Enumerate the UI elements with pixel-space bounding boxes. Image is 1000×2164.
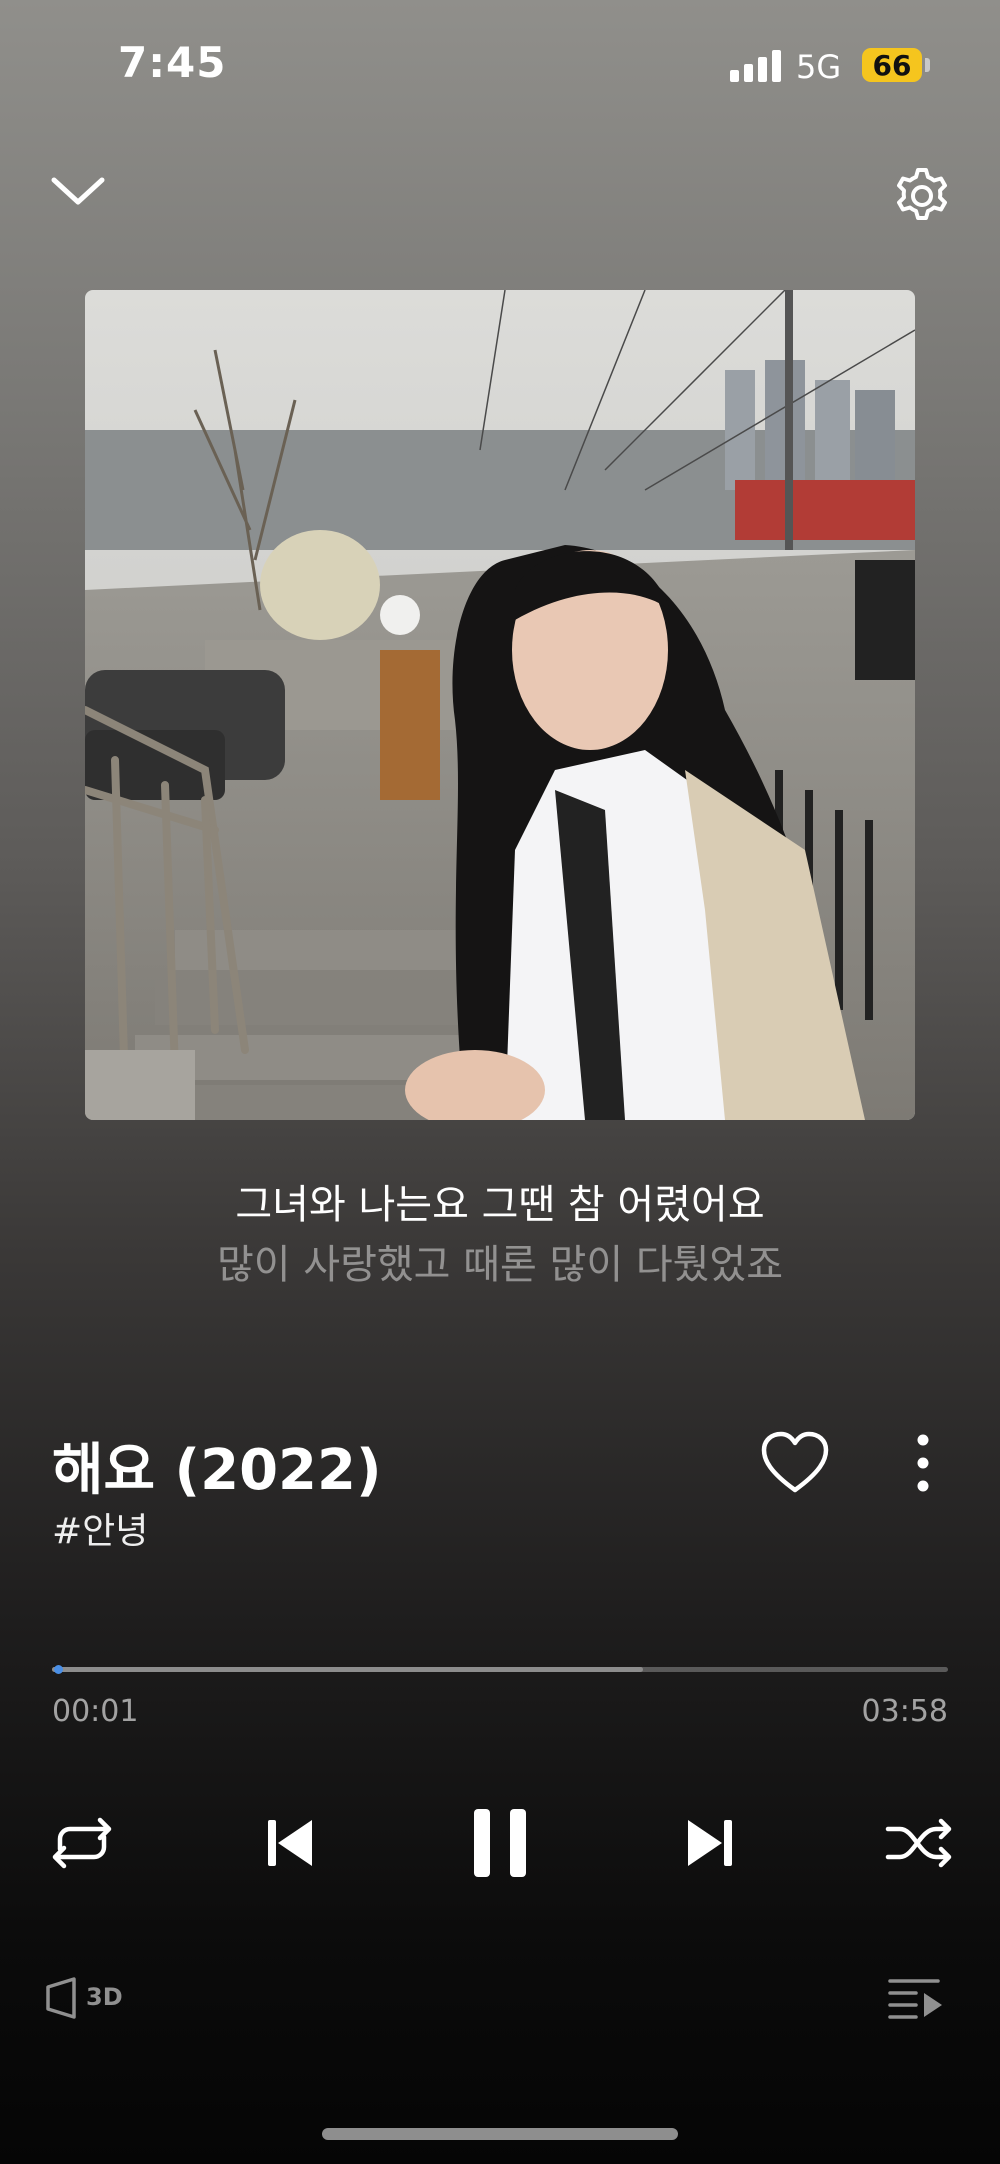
pause-icon: [474, 1809, 526, 1877]
pause-button[interactable]: [470, 1805, 530, 1881]
skip-previous-icon: [268, 1820, 312, 1866]
album-cover-image: [85, 290, 915, 1120]
playlist-icon: [888, 1979, 942, 2019]
collapse-player-button[interactable]: [48, 168, 108, 218]
gear-icon: [897, 168, 947, 220]
like-button[interactable]: [760, 1430, 830, 1496]
progress-buffered: [52, 1667, 643, 1672]
next-track-button[interactable]: [682, 1812, 738, 1874]
speaker-3d-icon: [46, 1977, 76, 2019]
battery-icon: 66: [862, 48, 922, 82]
battery-level: 66: [872, 48, 912, 82]
status-time: 7:45: [118, 38, 227, 87]
time-elapsed: 00:01: [52, 1694, 139, 1729]
previous-track-button[interactable]: [262, 1812, 318, 1874]
heart-outline-icon: [761, 1431, 829, 1493]
album-cover: [85, 290, 915, 1120]
signal-icon: [730, 50, 782, 82]
track-tag[interactable]: #안녕: [52, 1502, 148, 1554]
network-type: 5G: [796, 48, 842, 86]
lyric-current-line[interactable]: 그녀와 나는요 그땐 참 어렸어요: [0, 1172, 1000, 1230]
settings-button[interactable]: [890, 164, 954, 228]
repeat-button[interactable]: [46, 1815, 118, 1871]
vertical-dots-icon: [917, 1434, 929, 1492]
lyric-next-line[interactable]: 많이 사랑했고 때론 많이 다퉜었죠: [0, 1232, 1000, 1290]
shuffle-icon: [885, 1818, 952, 1868]
more-options-button[interactable]: [900, 1430, 946, 1496]
shuffle-button[interactable]: [884, 1815, 956, 1871]
audio-3d-button[interactable]: 3D: [44, 1975, 124, 2021]
playlist-button[interactable]: [886, 1975, 946, 2021]
track-title: 해요 (2022): [52, 1438, 382, 1503]
battery-tip: [925, 58, 930, 72]
chevron-down-icon: [51, 177, 105, 205]
time-total: 03:58: [861, 1694, 948, 1729]
repeat-icon: [52, 1817, 112, 1869]
progress-knob[interactable]: [54, 1665, 63, 1674]
skip-next-icon: [688, 1820, 732, 1866]
audio-3d-label: 3D: [86, 1983, 123, 2011]
home-indicator[interactable]: [322, 2128, 678, 2140]
